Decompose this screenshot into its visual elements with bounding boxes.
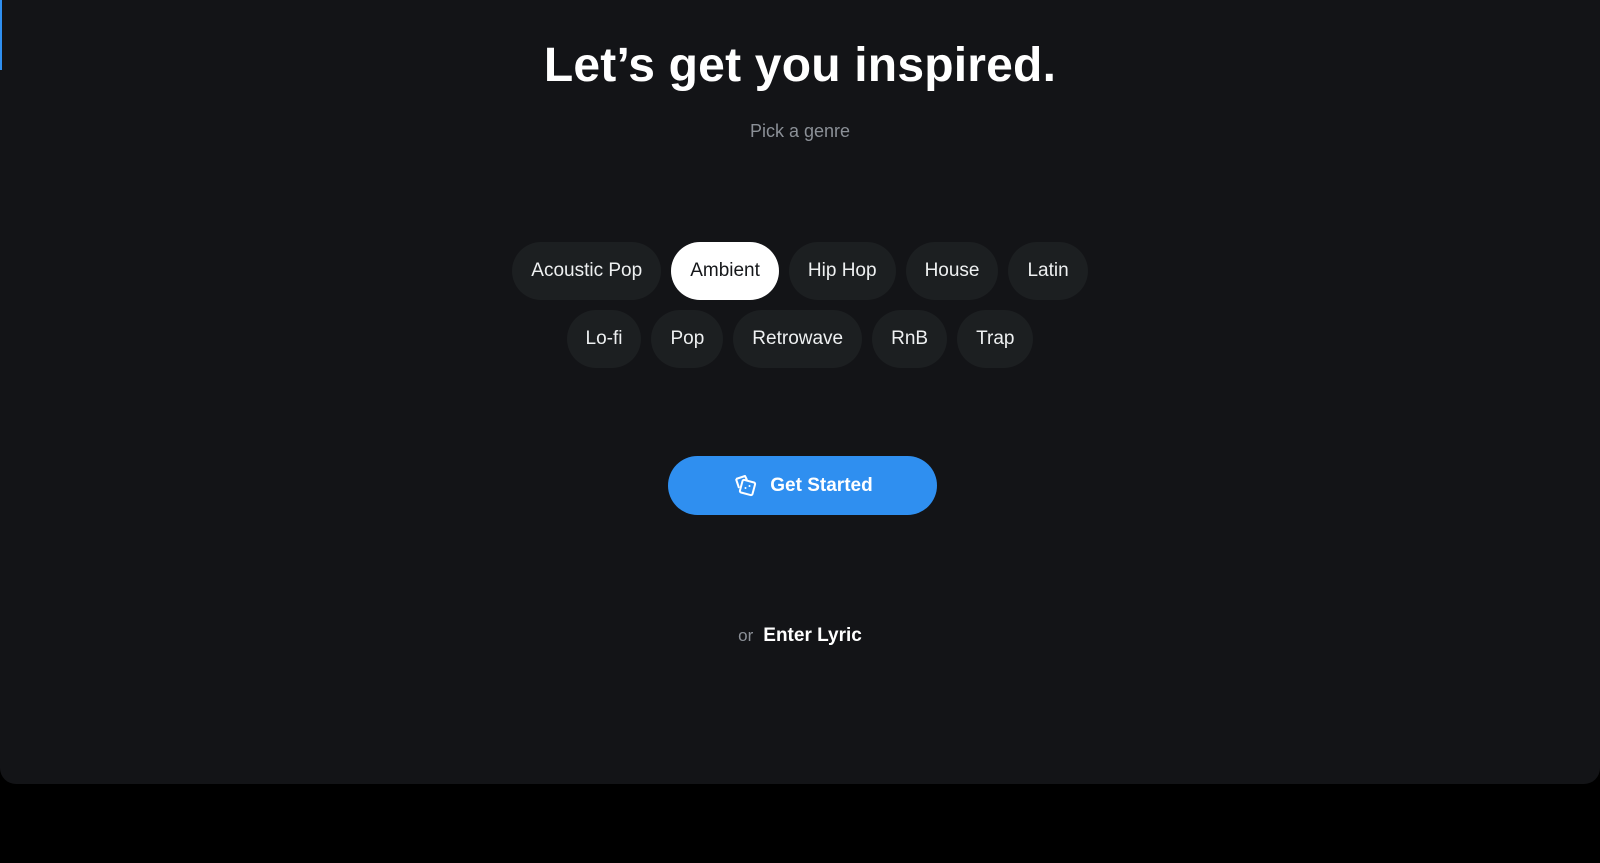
genre-pill-hip-hop[interactable]: Hip Hop <box>788 242 896 300</box>
get-started-label: Get Started <box>770 474 873 496</box>
genre-pill-rnb[interactable]: RnB <box>872 310 948 368</box>
genre-pill-ambient[interactable]: Ambient <box>671 242 779 300</box>
alternative-action: or Enter Lyric <box>0 625 1600 647</box>
page-title: Let’s get you inspired. <box>543 39 1057 92</box>
genre-row-2: Lo-fi Pop Retrowave RnB Trap <box>0 310 1600 368</box>
or-label: or <box>738 626 754 645</box>
dice-icon <box>732 473 760 499</box>
genre-pill-pop[interactable]: Pop <box>651 310 724 368</box>
genre-pill-lo-fi[interactable]: Lo-fi <box>566 310 642 368</box>
genre-pill-trap[interactable]: Trap <box>957 310 1034 368</box>
main-panel: Let’s get you inspired. Pick a genre Aco… <box>0 0 1600 784</box>
genre-pill-house[interactable]: House <box>905 242 999 300</box>
get-started-button[interactable]: Get Started <box>668 456 937 515</box>
genre-pill-retrowave[interactable]: Retrowave <box>733 310 863 368</box>
enter-lyric-link[interactable]: Enter Lyric <box>763 625 862 647</box>
genre-pill-acoustic-pop[interactable]: Acoustic Pop <box>512 242 662 300</box>
genre-row-1: Acoustic Pop Ambient Hip Hop House Latin <box>0 242 1600 300</box>
page-subtitle: Pick a genre <box>749 121 851 141</box>
genre-pill-latin[interactable]: Latin <box>1008 242 1088 300</box>
